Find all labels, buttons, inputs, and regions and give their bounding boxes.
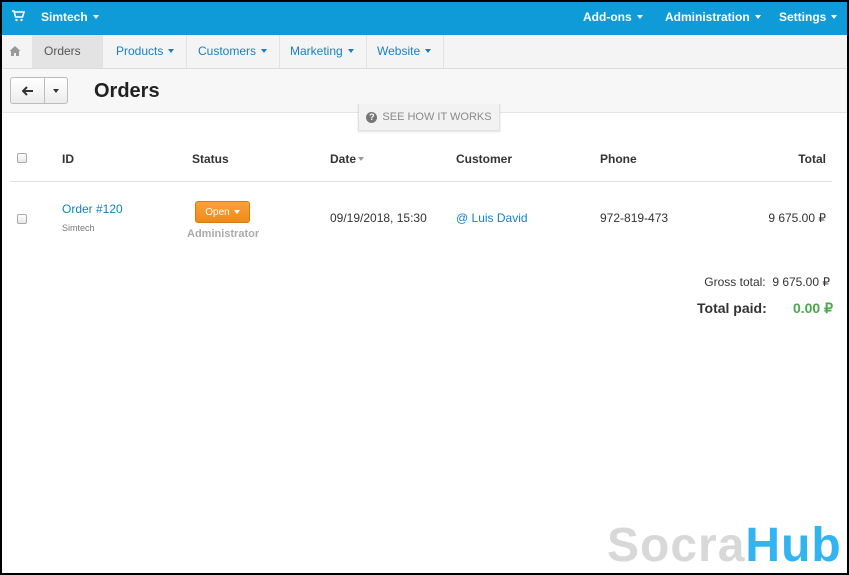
administration-label: Administration bbox=[665, 10, 750, 24]
top-bar: Simtech Add-ons Administration Settings bbox=[2, 2, 847, 35]
chevron-down-icon bbox=[347, 49, 354, 53]
nav-customers[interactable]: Customers bbox=[186, 35, 281, 68]
page-title: Orders bbox=[94, 80, 160, 102]
total-paid-label: Total paid: bbox=[697, 300, 767, 316]
chevron-down-icon bbox=[233, 210, 240, 214]
column-phone[interactable]: Phone bbox=[600, 152, 637, 166]
settings-menu[interactable]: Settings bbox=[779, 10, 838, 24]
addons-label: Add-ons bbox=[583, 10, 632, 24]
nav-marketing[interactable]: Marketing bbox=[278, 35, 367, 68]
column-date-label: Date bbox=[330, 152, 357, 166]
order-total: 9 675.00 ₽ bbox=[768, 211, 826, 225]
nav-products[interactable]: Products bbox=[104, 35, 188, 68]
back-dropdown-button[interactable] bbox=[45, 78, 67, 103]
main-nav: Orders Products Customers Marketing Webs… bbox=[2, 35, 847, 86]
divider bbox=[10, 181, 832, 182]
store-selector[interactable]: Simtech bbox=[41, 10, 99, 24]
order-company: Simtech bbox=[62, 223, 95, 233]
chevron-down-icon bbox=[53, 88, 59, 93]
chevron-down-icon bbox=[261, 49, 268, 53]
order-link[interactable]: Order #120 bbox=[62, 202, 123, 216]
chevron-down-icon bbox=[92, 15, 99, 19]
total-paid-value: 0.00 ₽ bbox=[792, 300, 833, 316]
question-icon: ? bbox=[366, 111, 378, 123]
customer-link[interactable]: @ Luis David bbox=[456, 211, 528, 225]
status-dropdown[interactable]: Open bbox=[195, 201, 250, 223]
row-checkbox[interactable] bbox=[17, 214, 27, 224]
gross-total-label: Gross total: bbox=[704, 275, 766, 289]
settings-label: Settings bbox=[779, 10, 827, 24]
nav-orders[interactable]: Orders bbox=[32, 35, 103, 86]
gross-total-value: 9 675.00 ₽ bbox=[772, 275, 830, 289]
chevron-down-icon bbox=[754, 15, 761, 19]
column-total[interactable]: Total bbox=[798, 152, 826, 166]
cart-icon[interactable] bbox=[11, 9, 25, 23]
watermark-part1: Socra bbox=[607, 519, 746, 572]
column-id[interactable]: ID bbox=[62, 152, 74, 166]
column-status[interactable]: Status bbox=[192, 152, 229, 166]
socrahub-watermark-logo: SocraHub bbox=[607, 522, 842, 570]
chevron-down-icon bbox=[425, 49, 432, 53]
chevron-down-icon bbox=[636, 15, 643, 19]
sort-desc-icon bbox=[358, 157, 365, 161]
order-date: 09/19/2018, 15:30 bbox=[330, 211, 427, 225]
status-changed-by: Administrator bbox=[187, 228, 260, 240]
back-button[interactable] bbox=[11, 78, 45, 103]
customer-phone: 972-819-473 bbox=[600, 211, 669, 225]
nav-orders-label: Orders bbox=[44, 44, 81, 58]
nav-website[interactable]: Website bbox=[365, 35, 445, 68]
arrow-left-icon bbox=[21, 85, 33, 96]
chevron-down-icon bbox=[831, 15, 838, 19]
administration-menu[interactable]: Administration bbox=[665, 10, 761, 24]
app-window: Simtech Add-ons Administration Settings … bbox=[2, 2, 847, 573]
chevron-down-icon bbox=[168, 49, 175, 53]
see-how-it-works-button[interactable]: ? SEE HOW IT WORKS bbox=[358, 104, 500, 131]
column-date[interactable]: Date bbox=[330, 152, 365, 166]
gross-total: Gross total: 9 675.00 ₽ bbox=[704, 275, 830, 289]
see-how-it-works-label: SEE HOW IT WORKS bbox=[382, 111, 492, 123]
nav-marketing-label: Marketing bbox=[290, 44, 343, 58]
back-button-group bbox=[10, 77, 68, 104]
nav-website-label: Website bbox=[377, 44, 421, 58]
column-customer[interactable]: Customer bbox=[456, 152, 512, 166]
home-icon[interactable] bbox=[9, 45, 21, 57]
addons-menu[interactable]: Add-ons bbox=[583, 10, 643, 24]
nav-products-label: Products bbox=[116, 44, 164, 58]
select-all-checkbox[interactable] bbox=[17, 153, 27, 163]
nav-customers-label: Customers bbox=[198, 44, 257, 58]
store-name: Simtech bbox=[41, 10, 88, 24]
status-label: Open bbox=[205, 206, 230, 218]
watermark-part2: Hub bbox=[745, 519, 842, 572]
